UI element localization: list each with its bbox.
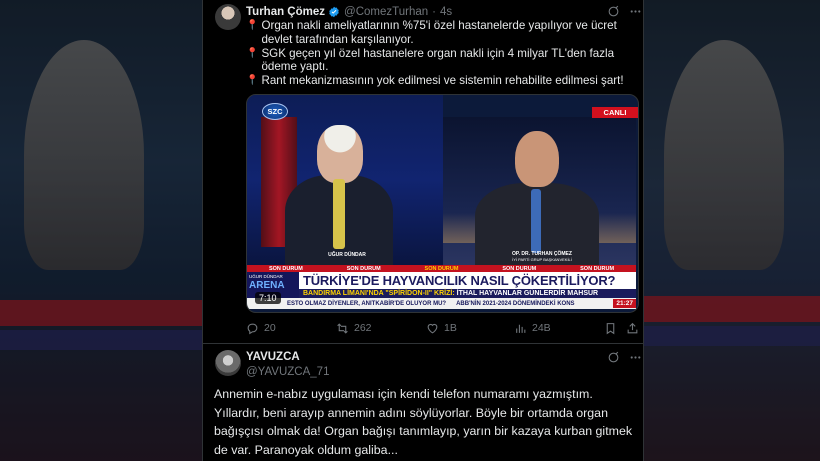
- round-pushpin-icon: 📍: [246, 47, 259, 59]
- background-blur-left: [0, 0, 202, 461]
- tweet-line: 📍 SGK geçen yıl özel hastanelere organ na…: [246, 46, 615, 74]
- tweet-header: Turhan Çömez @ComezTurhan · 4s: [246, 4, 452, 20]
- tweet-video[interactable]: UĞUR DÜNDAR OP. DR. TURHAN ÇÖMEZ İYİ PAR…: [246, 94, 639, 313]
- share-button[interactable]: [626, 322, 639, 335]
- video-duration: 7:10: [255, 292, 281, 304]
- tv-clock: 21:27: [613, 299, 636, 308]
- heart-icon: [427, 323, 438, 333]
- grok-icon[interactable]: [607, 351, 620, 364]
- reply-author-name[interactable]: YAVUZCA: [246, 351, 300, 363]
- tv-headline: TÜRKİYE'DE HAYVANCILIK NASIL ÇÖKERTİLİYO…: [299, 272, 636, 289]
- tweet-actions: 20 262 1B 24B: [246, 320, 639, 336]
- divider: [203, 343, 643, 344]
- tweet-time[interactable]: 4s: [440, 6, 452, 18]
- reply-handle-row: @YAVUZCA_71: [246, 364, 329, 380]
- analytics-icon: [516, 324, 526, 333]
- round-pushpin-icon: 📍: [246, 75, 259, 87]
- dot-separator: ·: [432, 6, 436, 18]
- guest-right-title: İYİ PARTİ GRUP BAŞKANVEKİLİ: [512, 257, 572, 262]
- tweet-top-icons: [607, 5, 642, 18]
- guest-left-name: UĞUR DÜNDAR: [328, 252, 366, 258]
- views-button[interactable]: 24B: [514, 322, 551, 335]
- like-button[interactable]: 1B: [426, 322, 457, 335]
- reply-button[interactable]: 20: [246, 322, 276, 335]
- tweet-line: 📍 Rant mekanizmasının yok edilmesi ve sis…: [246, 74, 624, 88]
- reply-text: Annemin e-nabız uygulaması için kendi te…: [214, 387, 633, 457]
- more-options-icon[interactable]: [629, 351, 642, 364]
- tweet-line: 📍 Organ nakli ameliyatlarının %75'i özel …: [246, 19, 617, 46]
- tweet-text: 📍 Organ nakli ameliyatlarının %75'i özel …: [246, 19, 636, 88]
- author-handle[interactable]: @ComezTurhan: [344, 6, 428, 18]
- background-blur-right: [644, 0, 820, 461]
- guest-right-figure: [515, 131, 559, 187]
- reply-icon: [247, 323, 258, 334]
- channel-logo: SZC: [262, 103, 288, 120]
- reply-author-avatar[interactable]: [215, 350, 241, 376]
- bottom-ticker: ESTO OLMAZ DİYENLER, ANITKABİR'DE OLUYOR…: [247, 298, 636, 309]
- tv-subline: BANDIRMA LİMANI'NDA "SPİRİDON-II" KRİZİ:…: [299, 289, 636, 298]
- share-icon: [627, 322, 638, 333]
- grok-icon[interactable]: [607, 5, 620, 18]
- retweet-button[interactable]: 262: [336, 322, 372, 335]
- round-pushpin-icon: 📍: [246, 20, 259, 31]
- retweet-icon: [337, 322, 348, 334]
- verified-badge-icon: [329, 6, 339, 18]
- author-name[interactable]: Turhan Çömez: [246, 6, 325, 18]
- bookmark-button[interactable]: [604, 322, 617, 335]
- tweet-feed[interactable]: Turhan Çömez @ComezTurhan · 4s 📍 Organ na…: [202, 0, 644, 461]
- live-badge: CANLI: [592, 107, 638, 118]
- author-avatar[interactable]: [215, 4, 241, 30]
- bookmark-icon: [606, 322, 615, 334]
- reply-author-handle[interactable]: @YAVUZCA_71: [246, 366, 329, 378]
- more-options-icon[interactable]: [629, 5, 642, 18]
- reply-header: YAVUZCA: [246, 349, 300, 365]
- son-durum-ticker: SON DURUM SON DURUM SON DURUM SON DURUM …: [247, 265, 636, 272]
- reply-top-icons: [607, 351, 642, 364]
- guest-left-figure: [317, 125, 363, 183]
